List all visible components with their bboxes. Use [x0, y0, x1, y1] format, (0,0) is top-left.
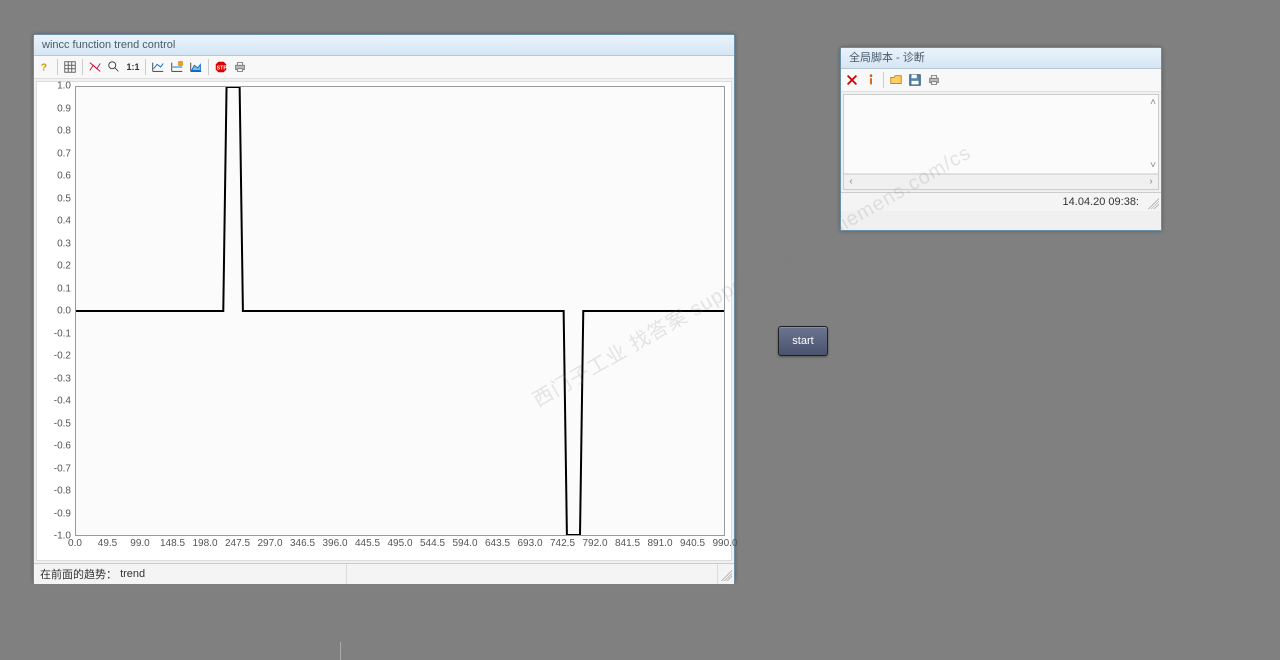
start-button[interactable]: start — [778, 326, 828, 356]
y-tick: 0.3 — [57, 238, 71, 249]
x-tick: 297.0 — [257, 538, 282, 549]
trend-title: wincc function trend control — [42, 39, 175, 51]
toolbar-separator — [82, 59, 83, 75]
print-icon[interactable] — [231, 58, 249, 76]
toolbar-separator — [208, 59, 209, 75]
diag-title: 全局脚本 - 诊断 — [849, 52, 925, 64]
x-tick: 990.0 — [712, 538, 737, 549]
toolbar-separator — [145, 59, 146, 75]
trend-toolbar: ? 1:1 STP — [34, 56, 734, 79]
x-tick: 940.5 — [680, 538, 705, 549]
x-tick: 198.0 — [192, 538, 217, 549]
trend-statusbar: 在前面的趋势： trend — [34, 563, 734, 584]
scroll-down-icon[interactable]: ˅ — [1150, 160, 1156, 171]
y-tick: -0.4 — [54, 396, 71, 407]
x-tick: 148.5 — [160, 538, 185, 549]
x-tick: 693.0 — [517, 538, 542, 549]
y-tick: -0.7 — [54, 463, 71, 474]
stop-icon[interactable]: STP — [212, 58, 230, 76]
chart-line-icon[interactable] — [149, 58, 167, 76]
status-value: trend — [120, 568, 145, 580]
scroll-left-icon[interactable]: ‹ — [844, 175, 858, 189]
grid-icon[interactable] — [61, 58, 79, 76]
chart-area-icon[interactable] — [187, 58, 205, 76]
trend-control-panel: wincc function trend control ? 1:1 STP 1… — [33, 34, 735, 581]
delete-icon[interactable] — [843, 71, 861, 89]
x-tick: 99.0 — [130, 538, 149, 549]
y-tick: 0.8 — [57, 126, 71, 137]
y-tick: 0.2 — [57, 261, 71, 272]
info-icon[interactable] — [862, 71, 880, 89]
diagnostics-panel: 全局脚本 - 诊断 ˄ ˅ ‹ › 14.04.20 09:38: — [840, 47, 1162, 231]
trend-titlebar: wincc function trend control — [34, 35, 734, 56]
status-label: 在前面的趋势： — [40, 566, 117, 582]
x-tick: 396.0 — [322, 538, 347, 549]
y-tick: 1.0 — [57, 81, 71, 92]
scroll-right-icon[interactable]: › — [1144, 175, 1158, 189]
help-icon[interactable]: ? — [36, 58, 54, 76]
resize-grip-icon[interactable] — [1145, 195, 1159, 209]
svg-text:STP: STP — [217, 66, 228, 72]
y-tick: 0.6 — [57, 171, 71, 182]
y-tick: 0.9 — [57, 103, 71, 114]
y-tick: -0.9 — [54, 508, 71, 519]
chart-edit-icon[interactable] — [168, 58, 186, 76]
x-tick: 445.5 — [355, 538, 380, 549]
y-tick: 0.7 — [57, 148, 71, 159]
svg-text:?: ? — [41, 62, 47, 74]
x-tick: 495.0 — [387, 538, 412, 549]
y-tick: -0.8 — [54, 486, 71, 497]
y-tick: -0.2 — [54, 351, 71, 362]
print-icon[interactable] — [925, 71, 943, 89]
x-tick: 841.5 — [615, 538, 640, 549]
y-axis: 1.00.90.80.70.60.50.40.30.20.10.0-0.1-0.… — [37, 86, 75, 536]
x-tick: 544.5 — [420, 538, 445, 549]
bottom-divider — [340, 642, 341, 660]
resize-grip-icon[interactable] — [718, 567, 732, 581]
one-to-one-icon[interactable]: 1:1 — [124, 58, 142, 76]
x-tick: 742.5 — [550, 538, 575, 549]
x-tick: 0.0 — [68, 538, 82, 549]
diag-titlebar: 全局脚本 - 诊断 — [841, 48, 1161, 69]
plot-region[interactable] — [75, 86, 725, 536]
y-tick: 0.0 — [57, 306, 71, 317]
y-tick: -0.6 — [54, 441, 71, 452]
open-icon[interactable] — [887, 71, 905, 89]
zoom-out-icon[interactable] — [105, 58, 123, 76]
x-tick: 594.0 — [452, 538, 477, 549]
y-tick: 0.1 — [57, 283, 71, 294]
save-icon[interactable] — [906, 71, 924, 89]
y-tick: -0.3 — [54, 373, 71, 384]
diag-output[interactable]: ˄ ˅ — [844, 95, 1158, 174]
y-tick: 0.5 — [57, 193, 71, 204]
x-axis: 0.049.599.0148.5198.0247.5297.0346.5396.… — [75, 538, 725, 554]
toolbar-separator — [57, 59, 58, 75]
diag-timestamp: 14.04.20 09:38: — [1063, 196, 1145, 208]
y-tick: -0.5 — [54, 418, 71, 429]
x-tick: 643.5 — [485, 538, 510, 549]
diag-toolbar — [841, 69, 1161, 92]
strike-chart-icon[interactable] — [86, 58, 104, 76]
chart-area: 1.0 0.9 0.8 0.7 0.6 0.5 0.4 0.3 0.2 0.1 0.0 -0.1 -0.… — [36, 81, 732, 561]
x-tick: 792.0 — [582, 538, 607, 549]
x-tick: 891.0 — [647, 538, 672, 549]
y-tick: -0.1 — [54, 328, 71, 339]
x-tick: 247.5 — [225, 538, 250, 549]
x-tick: 49.5 — [98, 538, 117, 549]
scroll-up-icon[interactable]: ˄ — [1150, 97, 1156, 108]
x-tick: 346.5 — [290, 538, 315, 549]
diag-hscroll[interactable]: ‹ › — [844, 174, 1158, 189]
diag-body: ˄ ˅ ‹ › — [843, 94, 1159, 190]
diag-statusbar: 14.04.20 09:38: — [841, 192, 1161, 211]
toolbar-separator — [883, 72, 884, 88]
y-tick: 0.4 — [57, 216, 71, 227]
